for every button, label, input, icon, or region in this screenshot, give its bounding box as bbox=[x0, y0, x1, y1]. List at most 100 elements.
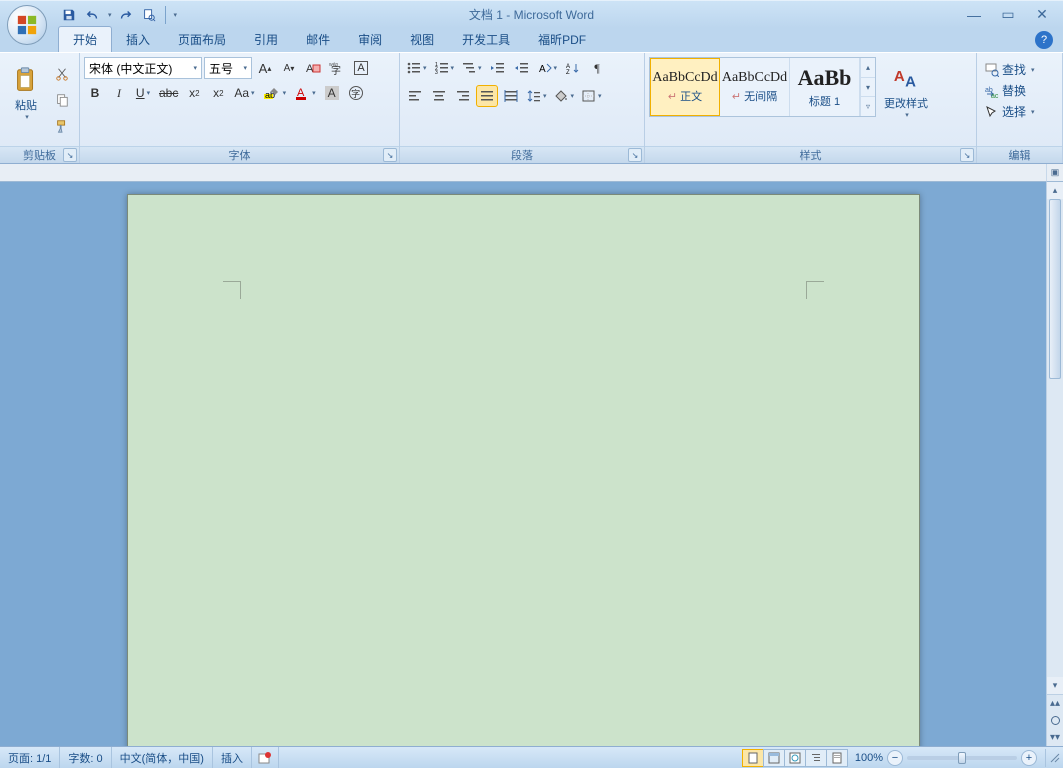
show-marks-button[interactable]: ¶ bbox=[586, 57, 608, 79]
character-border-button[interactable]: A bbox=[350, 57, 372, 79]
styles-launcher[interactable]: ↘ bbox=[960, 148, 974, 162]
character-shading-button[interactable]: A bbox=[321, 82, 343, 104]
status-word-count[interactable]: 字数: 0 bbox=[60, 747, 111, 768]
scroll-track[interactable] bbox=[1047, 199, 1063, 677]
tab-mailings[interactable]: 邮件 bbox=[292, 27, 344, 52]
undo-button[interactable] bbox=[82, 4, 104, 26]
help-button[interactable]: ? bbox=[1035, 31, 1053, 49]
font-name-combo[interactable]: 宋体 (中文正文)▾ bbox=[84, 57, 202, 79]
gallery-up-button[interactable]: ▴ bbox=[861, 58, 875, 78]
decrease-indent-button[interactable] bbox=[487, 57, 509, 79]
view-web-layout-button[interactable] bbox=[784, 749, 806, 767]
font-color-button[interactable]: A▾ bbox=[291, 82, 319, 104]
paragraph-launcher[interactable]: ↘ bbox=[628, 148, 642, 162]
format-painter-button[interactable] bbox=[51, 115, 73, 137]
office-button[interactable] bbox=[7, 5, 47, 45]
line-spacing-button[interactable]: ▾ bbox=[524, 85, 550, 107]
status-insert-mode[interactable]: 插入 bbox=[213, 747, 252, 768]
select-browse-object-button[interactable] bbox=[1047, 712, 1063, 729]
underline-button[interactable]: U▾ bbox=[132, 82, 154, 104]
view-draft-button[interactable] bbox=[826, 749, 848, 767]
clipboard-launcher[interactable]: ↘ bbox=[63, 148, 77, 162]
tab-foxit-pdf[interactable]: 福昕PDF bbox=[524, 27, 600, 52]
status-page[interactable]: 页面: 1/1 bbox=[0, 747, 60, 768]
highlight-button[interactable]: ab▾ bbox=[260, 82, 290, 104]
zoom-slider-thumb[interactable] bbox=[958, 752, 966, 764]
tab-insert[interactable]: 插入 bbox=[112, 27, 164, 52]
align-center-button[interactable] bbox=[428, 85, 450, 107]
tab-home[interactable]: 开始 bbox=[58, 26, 112, 52]
status-language[interactable]: 中文(简体，中国) bbox=[112, 747, 213, 768]
zoom-out-button[interactable]: − bbox=[887, 750, 903, 766]
document-scroll-area[interactable] bbox=[0, 182, 1046, 746]
ruler-toggle-button[interactable]: ▣ bbox=[1046, 164, 1063, 182]
font-size-combo[interactable]: 五号▾ bbox=[204, 57, 252, 79]
subscript-button[interactable]: x2 bbox=[183, 82, 205, 104]
change-case-button[interactable]: Aa▾ bbox=[231, 82, 257, 104]
increase-indent-button[interactable] bbox=[511, 57, 533, 79]
shading-button[interactable]: ▾ bbox=[552, 85, 578, 107]
tab-review[interactable]: 审阅 bbox=[344, 27, 396, 52]
minimize-button[interactable]: ― bbox=[963, 5, 985, 25]
zoom-value[interactable]: 100% bbox=[855, 752, 883, 764]
style-item-normal[interactable]: AaBbCcDd ↵ 正文 bbox=[650, 58, 720, 116]
select-button[interactable]: 选择▾ bbox=[981, 101, 1039, 122]
maximize-button[interactable]: ▭ bbox=[997, 5, 1019, 25]
tab-view[interactable]: 视图 bbox=[396, 27, 448, 52]
justify-button[interactable] bbox=[476, 85, 498, 107]
scroll-thumb[interactable] bbox=[1049, 199, 1061, 379]
view-full-screen-button[interactable] bbox=[763, 749, 785, 767]
clear-formatting-button[interactable]: A bbox=[302, 57, 324, 79]
strikethrough-button[interactable]: abc bbox=[156, 82, 181, 104]
undo-dropdown[interactable]: ▾ bbox=[108, 11, 112, 19]
align-right-button[interactable] bbox=[452, 85, 474, 107]
gallery-down-button[interactable]: ▾ bbox=[861, 78, 875, 98]
bullets-button[interactable]: ▾ bbox=[404, 57, 430, 79]
font-launcher[interactable]: ↘ bbox=[383, 148, 397, 162]
paste-button[interactable]: 粘贴 ▾ bbox=[6, 59, 46, 127]
tab-references[interactable]: 引用 bbox=[240, 27, 292, 52]
view-print-layout-button[interactable] bbox=[742, 749, 764, 767]
phonetic-guide-button[interactable]: wén字 bbox=[326, 57, 348, 79]
print-preview-button[interactable] bbox=[138, 4, 160, 26]
asian-layout-button[interactable]: A▾ bbox=[535, 57, 561, 79]
align-left-button[interactable] bbox=[404, 85, 426, 107]
resize-grip[interactable] bbox=[1045, 749, 1063, 767]
sort-button[interactable]: AZ bbox=[562, 57, 584, 79]
numbering-button[interactable]: 123▾ bbox=[432, 57, 458, 79]
change-styles-button[interactable]: AA 更改样式 ▾ bbox=[879, 57, 933, 125]
document-page[interactable] bbox=[127, 194, 920, 746]
style-item-heading-1[interactable]: AaBb 标题 1 bbox=[790, 58, 860, 116]
enclose-characters-button[interactable]: 字 bbox=[345, 82, 367, 104]
italic-button[interactable]: I bbox=[108, 82, 130, 104]
distributed-button[interactable] bbox=[500, 85, 522, 107]
vertical-scrollbar[interactable]: ▴ ▾ ▴▴ ▾▾ bbox=[1046, 182, 1063, 746]
find-button[interactable]: 查找▾ bbox=[981, 59, 1039, 80]
scroll-down-button[interactable]: ▾ bbox=[1047, 677, 1063, 694]
tab-developer[interactable]: 开发工具 bbox=[448, 27, 524, 52]
view-outline-button[interactable] bbox=[805, 749, 827, 767]
bold-button[interactable]: B bbox=[84, 82, 106, 104]
previous-page-button[interactable]: ▴▴ bbox=[1047, 695, 1063, 712]
replace-button[interactable]: abac 替换 bbox=[981, 80, 1030, 101]
zoom-slider[interactable] bbox=[907, 756, 1017, 760]
status-macro-button[interactable] bbox=[252, 747, 279, 768]
borders-button[interactable]: ▾ bbox=[579, 85, 605, 107]
multilevel-list-button[interactable]: ▾ bbox=[459, 57, 485, 79]
close-button[interactable]: ✕ bbox=[1031, 5, 1053, 25]
shrink-font-button[interactable]: A▾ bbox=[278, 57, 300, 79]
redo-button[interactable] bbox=[114, 4, 136, 26]
horizontal-ruler[interactable] bbox=[0, 164, 1046, 182]
grow-font-button[interactable]: A▴ bbox=[254, 57, 276, 79]
qat-customize-dropdown[interactable]: ▾ bbox=[174, 11, 178, 19]
save-button[interactable] bbox=[58, 4, 80, 26]
superscript-button[interactable]: x2 bbox=[207, 82, 229, 104]
scroll-up-button[interactable]: ▴ bbox=[1047, 182, 1063, 199]
copy-button[interactable] bbox=[51, 89, 73, 111]
zoom-in-button[interactable]: + bbox=[1021, 750, 1037, 766]
cut-button[interactable] bbox=[51, 63, 73, 85]
style-item-no-spacing[interactable]: AaBbCcDd ↵ 无间隔 bbox=[720, 58, 790, 116]
gallery-more-button[interactable]: ▿ bbox=[861, 97, 875, 116]
next-page-button[interactable]: ▾▾ bbox=[1047, 729, 1063, 746]
tab-page-layout[interactable]: 页面布局 bbox=[164, 27, 240, 52]
